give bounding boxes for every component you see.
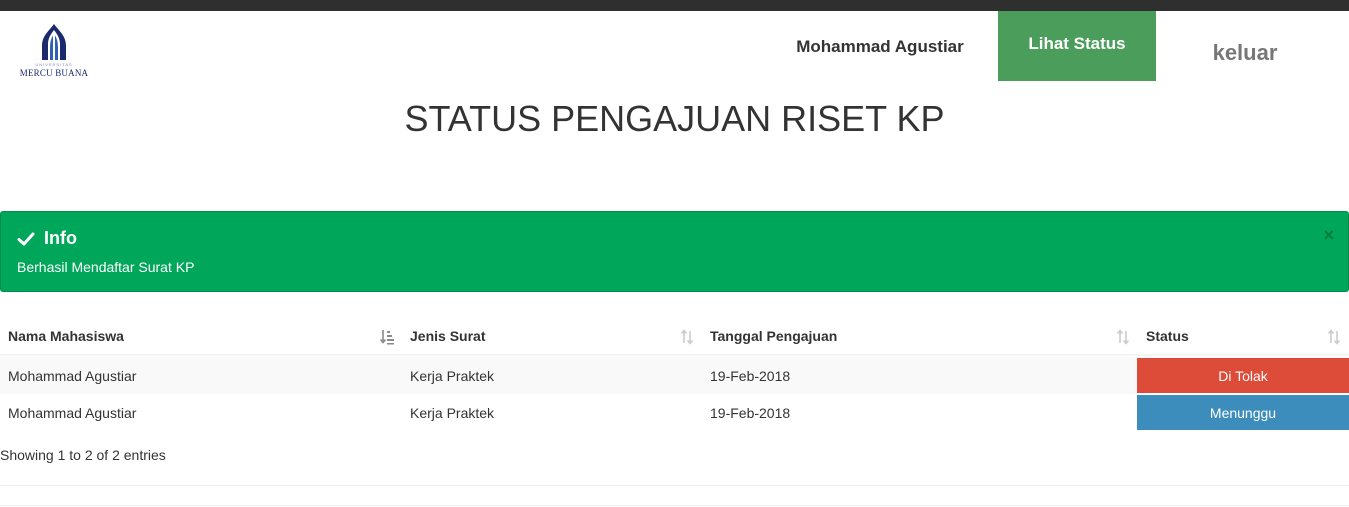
cell-jenis-surat: Kerja Praktek: [410, 367, 495, 384]
cell-tanggal: 19-Feb-2018: [710, 404, 791, 421]
cell-jenis-surat: Kerja Praktek: [410, 404, 495, 421]
column-header-label: Status: [1146, 328, 1189, 344]
lihat-status-nav-item[interactable]: Lihat Status: [998, 11, 1156, 81]
alert-message: Berhasil Mendaftar Surat KP: [17, 259, 195, 275]
table-info: Showing 1 to 2 of 2 entries: [0, 447, 166, 463]
column-header-nama-mahasiswa[interactable]: Nama Mahasiswa: [0, 318, 402, 356]
status-badge-waiting[interactable]: Menunggu: [1137, 395, 1349, 430]
logo-subtext: UNIVERSITAS: [35, 62, 73, 67]
close-icon[interactable]: ×: [1323, 225, 1334, 245]
logo-text: MERCU BUANA: [19, 68, 89, 78]
status-badge-rejected[interactable]: Di Tolak: [1137, 358, 1349, 393]
divider: [0, 485, 1349, 486]
cell-tanggal: 19-Feb-2018: [710, 367, 791, 384]
table-row: Mohammad Agustiar Kerja Praktek 19-Feb-2…: [0, 357, 1349, 394]
logo-emblem-icon: [42, 24, 66, 60]
divider: [0, 505, 1349, 506]
cell-nama: Mohammad Agustiar: [8, 367, 137, 384]
page-title: STATUS PENGAJUAN RISET KP: [404, 98, 945, 139]
column-header-jenis-surat[interactable]: Jenis Surat: [402, 318, 702, 356]
table-row: Mohammad Agustiar Kerja Praktek 19-Feb-2…: [0, 394, 1349, 431]
user-name: Mohammad Agustiar: [796, 37, 964, 56]
sort-icon: [1116, 329, 1130, 345]
university-logo[interactable]: UNIVERSITAS MERCU BUANA: [18, 22, 90, 82]
column-header-status[interactable]: Status: [1138, 318, 1349, 356]
column-header-tanggal-pengajuan[interactable]: Tanggal Pengajuan: [702, 318, 1138, 356]
sort-icon: [1327, 329, 1341, 345]
alert-header: Info: [17, 228, 77, 249]
logout-link[interactable]: keluar: [1190, 40, 1300, 66]
alert-title: Info: [44, 228, 77, 248]
cell-nama: Mohammad Agustiar: [8, 404, 137, 421]
column-header-label: Nama Mahasiswa: [8, 328, 124, 344]
check-icon: [17, 232, 35, 245]
sort-icon: [680, 329, 694, 345]
info-alert: Info Berhasil Mendaftar Surat KP ×: [0, 211, 1349, 292]
column-header-label: Tanggal Pengajuan: [710, 328, 838, 344]
browser-top-bar: [0, 0, 1349, 11]
column-header-label: Jenis Surat: [410, 328, 486, 344]
sort-ascending-icon: [380, 330, 394, 345]
